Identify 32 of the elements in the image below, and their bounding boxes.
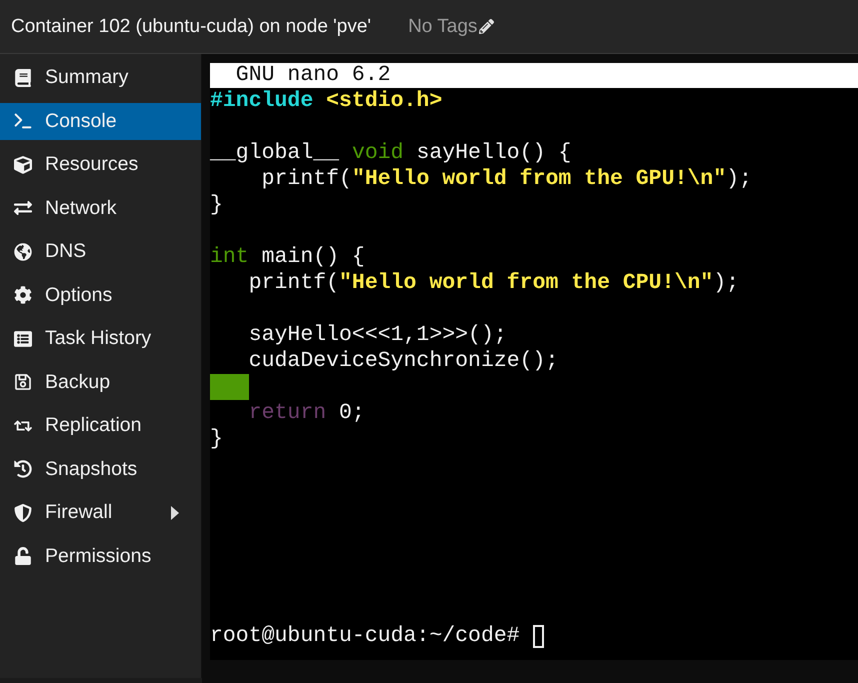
code-line: cudaDeviceSynchronize();	[248, 348, 558, 374]
arrows-icon	[11, 199, 35, 217]
pencil-icon	[479, 19, 494, 34]
sidebar-item[interactable]: Task History	[0, 320, 201, 357]
sidebar-item[interactable]: Options	[0, 276, 201, 314]
sidebar-item[interactable]: Permissions	[0, 538, 201, 574]
code-line: }	[210, 426, 223, 452]
sidebar-item[interactable]: Snapshots	[0, 450, 201, 488]
list-icon	[11, 330, 35, 348]
window-title: Container 102 (ubuntu-cuda) on node 'pve'	[11, 16, 372, 38]
sidebar-item[interactable]: Network	[0, 190, 201, 226]
terminal[interactable]	[210, 63, 858, 660]
cube-icon	[11, 156, 35, 174]
code-line: #include <stdio.h>	[210, 88, 442, 114]
sidebar-item[interactable]: DNS	[0, 233, 201, 270]
code-line: }	[210, 192, 223, 218]
code-line: __global__ void sayHello() {	[210, 140, 572, 166]
sidebar-item[interactable]: Firewall	[0, 494, 201, 531]
sidebar-item[interactable]: Summary	[0, 59, 201, 96]
code-line: return 0;	[248, 400, 365, 426]
sidebar-item[interactable]: Console	[0, 102, 201, 140]
shell-prompt: root@ubuntu-cuda:~/code#	[210, 623, 520, 649]
sidebar-item[interactable]: Replication	[0, 407, 201, 444]
code-line: printf("Hello world from the CPU!\n");	[248, 270, 740, 296]
code-line: sayHello<<<1,1>>>();	[248, 322, 507, 348]
text-cursor	[532, 624, 544, 648]
code-line: printf("Hello world from the GPU!\n");	[260, 166, 752, 192]
sidebar-item[interactable]: Resources	[0, 146, 201, 183]
code-line: int main() {	[210, 244, 365, 270]
editor-title-bar: GNU nano 6.2	[210, 63, 858, 88]
sidebar-item[interactable]: Backup	[0, 364, 201, 400]
tags-edit-link[interactable]: No Tags	[408, 16, 494, 38]
